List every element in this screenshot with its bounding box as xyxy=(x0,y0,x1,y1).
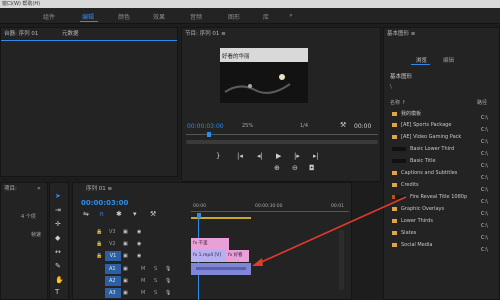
annotation-arrow xyxy=(252,196,407,266)
